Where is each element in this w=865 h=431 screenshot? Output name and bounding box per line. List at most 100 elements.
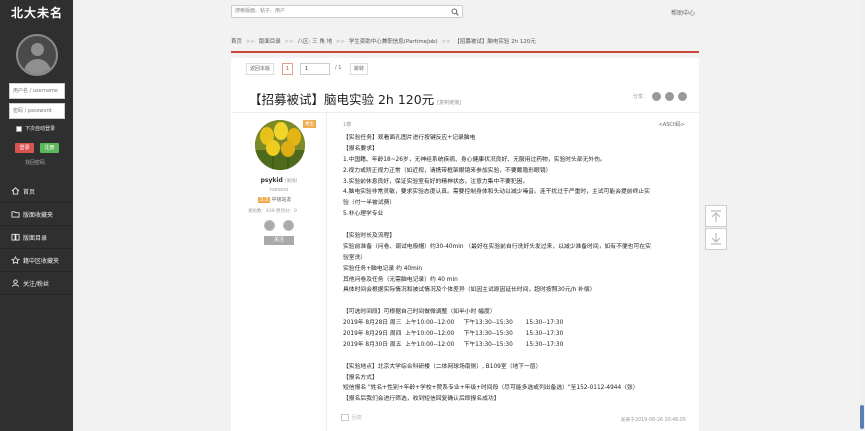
post-line: 验室洗） (343, 254, 367, 261)
breadcrumb-divider (231, 51, 699, 53)
level-number: 3.3 (258, 197, 270, 203)
scroll-to-bottom-button[interactable] (705, 228, 727, 250)
page-number-input[interactable]: 1 (300, 63, 330, 75)
post-line (343, 220, 683, 231)
sidebar-item-zone-favorites[interactable]: 籍中区收藏夹 (0, 249, 73, 272)
post-line: 【实验地点】北京大学综合科研楼（二体网球场南侧）, B109室（地下一层） (343, 363, 542, 370)
scroll-to-top-button[interactable] (705, 205, 727, 227)
remember-me[interactable]: 下次自动登录 (16, 125, 55, 132)
breadcrumb-current: 【招募被试】脑电实验 2h 120元 (454, 39, 536, 45)
post-line: 1.中国籍、年龄18~26岁，无神经系统疾病、身心健康状况良好、无服用过药物，实… (343, 156, 606, 163)
remember-checkbox[interactable] (16, 125, 22, 132)
user-icon (11, 279, 20, 287)
host-badge: 楼主 (303, 120, 316, 128)
sidebar-item-follow[interactable]: 关注/粉丝 (0, 272, 73, 295)
follow-button[interactable]: 关注 (264, 236, 294, 245)
scrollbar-thumb[interactable] (860, 405, 864, 429)
login-button[interactable]: 登录 (15, 143, 34, 153)
help-center-link[interactable]: 帮助中心 (671, 8, 695, 17)
sidebar-item-home[interactable]: 首页 (0, 180, 73, 203)
post-line: 其他问卷及任务（无需脑电记录）约 40 min (343, 276, 458, 283)
author-stats: 发帖数：439 原创分：0 (248, 209, 297, 214)
post-card: 【招募被试】脑电实验 2h 120元[复制链接] 分享： 楼主 psykid (231, 80, 699, 431)
breadcrumb-item[interactable]: 首页 (231, 39, 242, 45)
share-label: 分享： (632, 94, 648, 100)
post-title: 【招募被试】脑电实验 2h 120元 [复制链接] (249, 89, 461, 108)
post-line: 2.视力或矫正视力正常（如近视，请携带框架眼镜来参加实验，不要戴隐形眼镜） (343, 167, 552, 174)
back-to-board-button[interactable]: 返回本版 (246, 63, 275, 75)
ascii-link[interactable]: <ASCII码> (659, 121, 685, 128)
renren-share-icon[interactable] (665, 92, 674, 101)
sidebar-item-board-favorites[interactable]: 版面收藏夹 (0, 203, 73, 226)
sidebar-item-label: 首页 (23, 188, 36, 196)
breadcrumb-separator: >> (245, 39, 255, 45)
author-username-text[interactable]: psykid (261, 177, 283, 184)
reply-button[interactable]: 回复 (341, 414, 362, 421)
sidebar-nav: 首页 版面收藏夹 版面目录 籍中区收藏夹 关注/粉丝 (0, 180, 73, 295)
post-line: 具体时间会根据实际情况和被试情况及个体差异（如因主试原因延长时间，超时按照30元… (343, 287, 596, 294)
jump-button[interactable]: 跳转 (350, 63, 369, 75)
author-avatar[interactable] (255, 120, 305, 170)
post-line: 2019年 8月29日 周四 上午10:00--12:00 下午13:30--1… (343, 331, 564, 338)
sidebar-item-label: 版面收藏夹 (23, 211, 54, 219)
post-line: 【实验时长及流程】 (343, 233, 396, 240)
pager: 返回本版 1 1 / 1 跳转 (231, 58, 699, 80)
reply-label: 回复 (352, 415, 363, 421)
sidebar: 北大未名 下次自动登录 登录 注册 找回密码 首页 版面收藏夹 版面目录 籍中区… (0, 0, 73, 431)
breadcrumb-item[interactable]: 版面目录 (259, 39, 281, 45)
reply-icon (341, 414, 349, 421)
register-button[interactable]: 注册 (40, 143, 59, 153)
share-bar: 分享： (633, 92, 687, 101)
top-bar: 搜索版面、帖子、用户 帮助中心 (73, 0, 865, 24)
breadcrumb-separator: >> (335, 39, 346, 45)
site-logo[interactable]: 北大未名 (11, 4, 63, 21)
wechat-share-icon[interactable] (678, 92, 687, 101)
book-icon (11, 233, 20, 241)
password-input[interactable] (9, 103, 65, 119)
forgot-password-link[interactable]: 找回密码 (25, 159, 45, 166)
breadcrumb: 首页 >> 版面目录 >> 八区: 三 角 地 >> 学生资助中心兼职信息(Pa… (231, 37, 536, 45)
total-pages: / 1 (335, 65, 342, 71)
home-icon (11, 187, 20, 195)
breadcrumb-item[interactable]: 学生资助中心兼职信息(PartimeJob) (349, 39, 438, 45)
post-line (343, 351, 683, 362)
folder-icon (11, 211, 20, 218)
post-line: 短信报名 "姓名+性别+年龄+学校+院系专业+年级+时间段（尽可能多选或列出备选… (343, 385, 639, 392)
floor-number: 1楼 (343, 122, 352, 128)
post-line: 2019年 8月30日 周五 上午10:00--12:00 下午13:30--1… (343, 341, 564, 348)
search-input[interactable]: 搜索版面、帖子、用户 (231, 5, 463, 18)
post-timestamp: 发表于2019-08-26 10:46:05 (620, 418, 686, 423)
username-input[interactable] (9, 83, 65, 99)
author-level: 3.3 中级站友 (258, 196, 292, 203)
arrow-down-icon (711, 233, 721, 245)
weibo-share-icon[interactable] (652, 92, 661, 101)
post-line: 4.脑电实验非常灵敏，要求实验态度认真。需要控制身体和头动以减少噪音。连干扰过于… (343, 189, 650, 196)
author-username[interactable]: psykid [离线] (231, 177, 327, 184)
search-placeholder: 搜索版面、帖子、用户 (235, 8, 286, 14)
current-page-button[interactable]: 1 (282, 63, 294, 75)
post-line: 2019年 8月28日 周三 上午10:00--12:00 下午13:30--1… (343, 320, 564, 327)
post-line: 【可选时间段】可根据自己时间做微调整（如半小时 幅度） (343, 309, 496, 316)
sidebar-item-label: 版面目录 (23, 234, 48, 242)
sidebar-item-board-directory[interactable]: 版面目录 (0, 226, 73, 249)
author-panel: 楼主 psykid [离线] nonono 3.3 中级站友 发帖数：439 原… (231, 113, 327, 431)
profile-icon[interactable] (283, 220, 294, 231)
author-actions (264, 220, 294, 231)
copy-link-button[interactable]: [复制链接] (437, 100, 461, 106)
scrollbar[interactable] (859, 0, 865, 431)
post-line: 【报名方式】 (343, 374, 378, 381)
tulips-avatar-image (255, 120, 305, 170)
level-name: 中级站友 (271, 197, 292, 203)
message-icon[interactable] (264, 220, 275, 231)
search-icon[interactable] (451, 8, 459, 16)
post-line: 5.非心理学专业 (343, 211, 384, 218)
post-line: 3.实验前休息良好，保证实验室有好的精神状态，注意力集中不要犯困。 (343, 178, 529, 185)
post-content: 1楼 <ASCII码> 【实验任务】观看面孔图片进行按键反应+记录脑电 【报名要… (341, 113, 686, 431)
breadcrumb-item[interactable]: 八区: 三 角 地 (297, 39, 332, 45)
post-body: 【实验任务】观看面孔图片进行按键反应+记录脑电 【报名要求】 1.中国籍、年龄1… (343, 133, 683, 405)
bookmark-icon (11, 256, 20, 264)
sidebar-item-label: 籍中区收藏夹 (23, 257, 60, 265)
post-line: 【实验任务】观看面孔图片进行按键反应+记录脑电 (343, 135, 476, 141)
author-nickname: nonono (269, 187, 289, 193)
sidebar-item-label: 关注/粉丝 (23, 280, 50, 288)
